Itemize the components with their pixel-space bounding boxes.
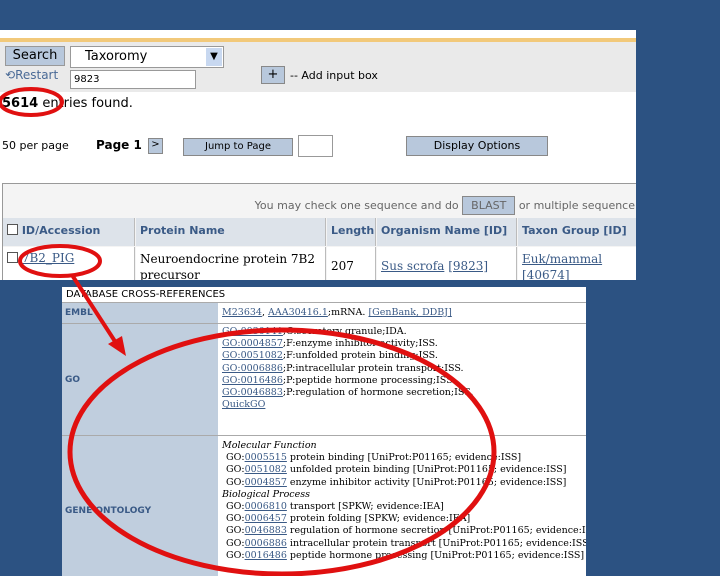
accession-highlight-ellipse — [18, 244, 102, 278]
arrow-line — [70, 273, 120, 348]
arrow-head-icon — [108, 336, 126, 356]
go-highlight-ellipse — [67, 327, 497, 576]
annotation-overlay — [0, 87, 497, 576]
count-highlight-ellipse — [0, 87, 64, 117]
